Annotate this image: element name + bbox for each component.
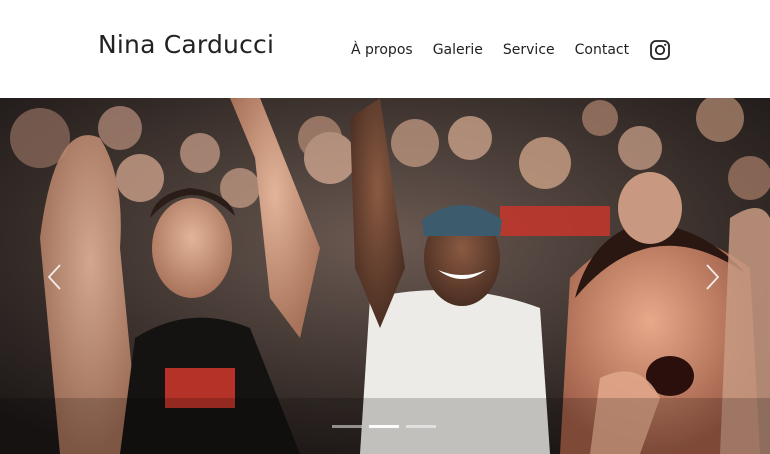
- nav-item-contact[interactable]: Contact: [575, 39, 629, 61]
- nav-item-galerie[interactable]: Galerie: [433, 39, 483, 61]
- carousel-indicators: [332, 425, 436, 428]
- site-brand[interactable]: Nina Carducci: [98, 30, 274, 59]
- carousel-prev-button[interactable]: [44, 262, 66, 292]
- hero-carousel: [0, 98, 770, 454]
- hero-image: [0, 98, 770, 454]
- nav-item-a-propos[interactable]: À propos: [351, 39, 413, 61]
- chevron-right-icon: [706, 264, 720, 290]
- carousel-indicator-1[interactable]: [332, 425, 362, 428]
- instagram-icon[interactable]: [649, 39, 671, 61]
- main-nav: À propos Galerie Service Contact: [351, 38, 671, 62]
- carousel-next-button[interactable]: [701, 262, 723, 292]
- chevron-left-icon: [47, 264, 61, 290]
- site-header: Nina Carducci À propos Galerie Service C…: [0, 0, 770, 98]
- carousel-indicator-3[interactable]: [406, 425, 436, 428]
- nav-item-service[interactable]: Service: [503, 39, 555, 61]
- carousel-indicator-2[interactable]: [369, 425, 399, 428]
